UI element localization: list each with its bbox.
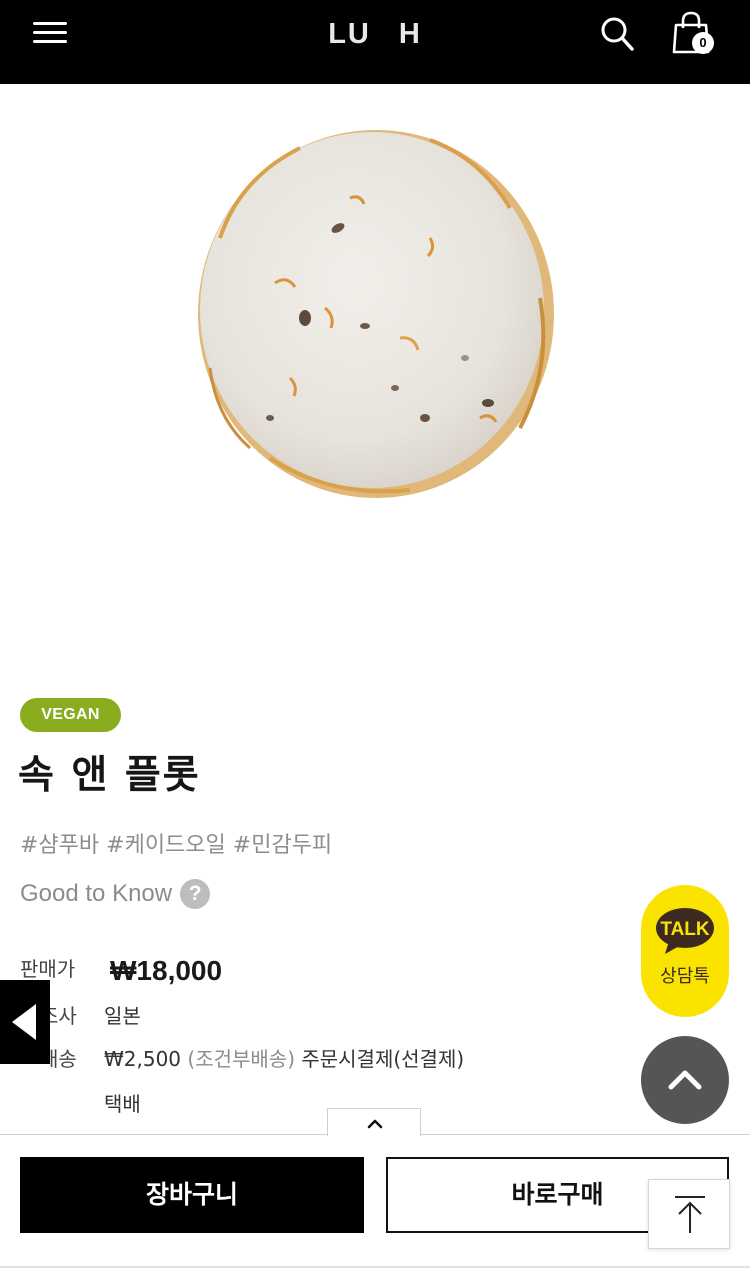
hamburger-menu-icon[interactable] <box>30 18 70 48</box>
shampoo-bar-image <box>180 118 570 508</box>
page-top-button[interactable] <box>648 1179 730 1249</box>
good-to-know-label: Good to Know <box>20 880 173 907</box>
question-mark-icon[interactable]: ? <box>180 879 211 909</box>
chevron-up-icon <box>668 1070 702 1090</box>
scroll-up-button[interactable] <box>641 1036 729 1124</box>
search-icon[interactable] <box>596 10 640 58</box>
cart-count-badge: 0 <box>692 32 714 54</box>
bottom-edge-line <box>0 1266 750 1268</box>
price-value: ₩18,000 <box>110 955 223 986</box>
product-hashtags: #샴푸바 #케이드오일 #민감두피 <box>20 833 333 858</box>
chevron-up-small-icon <box>367 1119 383 1129</box>
shipping-method: 택배 <box>104 1092 141 1116</box>
good-to-know-link[interactable]: Good to Know ? <box>20 877 211 911</box>
logo-text-left: LU <box>328 18 371 50</box>
prev-arrow-button[interactable] <box>0 980 50 1064</box>
product-title: 속 앤 플롯 <box>18 753 201 798</box>
speech-bubble-icon: TALK <box>656 908 714 954</box>
shipping-fee: ₩2,500 <box>104 1047 182 1071</box>
shipping-payment: 주문시결제(선결제) <box>301 1047 465 1071</box>
shipping-condition: (조건부배송) <box>187 1047 295 1071</box>
vegan-badge: VEGAN <box>20 698 121 732</box>
expand-panel-tab[interactable] <box>327 1108 421 1136</box>
kakao-talk-button[interactable]: TALK 상담톡 <box>641 885 729 1017</box>
talk-bubble-text: TALK <box>660 919 710 940</box>
origin-value: 일본 <box>104 1004 141 1028</box>
shopping-bag-button[interactable]: 0 <box>668 8 722 60</box>
lush-logo[interactable]: LU H <box>300 14 450 54</box>
talk-label: 상담톡 <box>660 966 710 987</box>
shipping-info: ₩2,500 (조건부배송) 주문시결제(선결제) <box>104 1044 464 1074</box>
arrow-up-to-top-icon <box>675 1196 705 1233</box>
top-header: LU H 0 <box>0 0 750 84</box>
add-to-cart-button[interactable]: 장바구니 <box>20 1157 364 1233</box>
logo-text-right: H <box>398 18 422 50</box>
triangle-left-icon <box>12 1004 36 1040</box>
